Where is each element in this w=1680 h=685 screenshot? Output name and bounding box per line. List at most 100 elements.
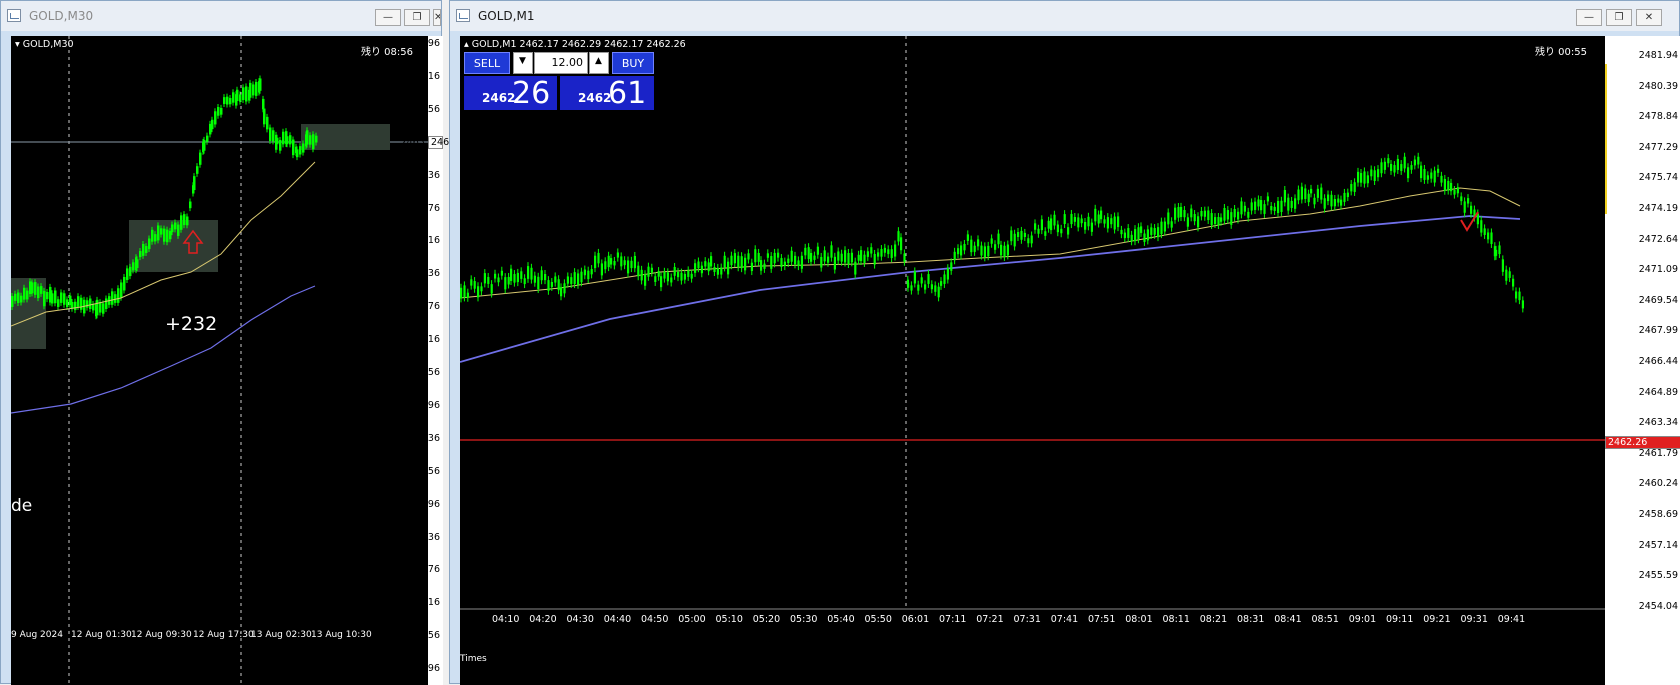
candle-body (604, 261, 607, 270)
price-tick-label: 2458.69 (1638, 509, 1678, 520)
right-window-title: GOLD,M1 (478, 9, 535, 23)
close-button[interactable]: ✕ (433, 9, 441, 26)
sell-button[interactable]: SELL (464, 52, 510, 74)
candle-body (644, 274, 647, 286)
candle-body (1343, 192, 1346, 202)
candle-body (707, 262, 710, 272)
time-tick-label: 09:31 (1460, 614, 1488, 625)
candle-body (117, 288, 120, 303)
candle-body (973, 245, 976, 252)
candle-body (677, 271, 680, 278)
close-button[interactable]: ✕ (1636, 9, 1662, 26)
candle-body (183, 214, 186, 226)
candle-body (1037, 228, 1040, 234)
time-tick-label: 04:10 (492, 614, 520, 625)
minimize-button[interactable]: — (375, 9, 401, 26)
candle-body (1350, 184, 1353, 192)
candle-body (1020, 230, 1023, 240)
candle-body (794, 255, 797, 265)
candle-body (312, 134, 315, 150)
left-price-axis[interactable]: 2483.96 2477.16 2470.56 2463.96 2457.36 2450.… (401, 36, 470, 685)
right-price-axis[interactable]: 2481.94 2480.39 2478.84 2477.29 2475.74 2474.… (1605, 36, 1680, 685)
candle-body (239, 94, 242, 102)
candle-body (1223, 208, 1226, 221)
candle-body (577, 273, 580, 285)
candle-body (1070, 213, 1073, 225)
candle-body (494, 273, 497, 279)
price-tick-label: 2480.39 (1638, 80, 1678, 92)
candle-body (866, 251, 869, 257)
candle-body (1501, 259, 1504, 272)
candle-body (504, 277, 507, 290)
lot-size-input[interactable]: 12.00 (534, 52, 588, 74)
candle-body (590, 269, 593, 275)
time-tick-label: 08:41 (1274, 614, 1302, 625)
candle-body (245, 86, 248, 102)
restore-button[interactable]: ❐ (404, 9, 430, 26)
one-click-trading-panel: SELL ▼ 12.00 ▲ BUY 2462 26 2462 61 (464, 52, 654, 112)
right-chart-window[interactable]: GOLD,M1 — ❐ ✕ ▴ GOLD,M1 2462.17 2462.29 … (449, 0, 1680, 685)
buy-quote[interactable]: 2462 61 (560, 76, 654, 111)
candle-body (583, 269, 586, 276)
candle-body (997, 233, 1000, 245)
candle-body (957, 248, 960, 255)
candle-body (623, 260, 626, 266)
candle-body (1150, 227, 1153, 235)
candle-body (507, 276, 510, 285)
candle-body (255, 81, 258, 96)
lot-decrease-button[interactable]: ▼ (513, 52, 533, 74)
candle-body (657, 271, 660, 277)
candle-body (154, 234, 157, 242)
lot-increase-button[interactable]: ▲ (589, 52, 609, 74)
left-window-titlebar[interactable]: GOLD,M30 — ❐ ✕ (1, 1, 441, 31)
candle-body (700, 265, 703, 274)
candle-body (1186, 217, 1189, 227)
candle-body (166, 229, 169, 243)
buy-button[interactable]: BUY (612, 52, 654, 74)
candle-body (34, 282, 37, 295)
right-chart-plot[interactable]: ▴ GOLD,M1 2462.17 2462.29 2462.17 2462.2… (460, 36, 1605, 685)
candle-body (263, 108, 266, 125)
chart-window-icon (456, 9, 470, 22)
candle-body (282, 131, 285, 145)
candle-body (616, 252, 619, 258)
collapse-triangle-icon: ▴ (464, 39, 472, 50)
left-chart-window[interactable]: GOLD,M30 — ❐ ✕ ▾ GOLD,M30 残り 08:56 +232 … (0, 0, 470, 685)
candle-body (1443, 178, 1446, 191)
left-window-title: GOLD,M30 (29, 9, 94, 23)
candle-body (51, 293, 54, 304)
sell-quote[interactable]: 2462 26 (464, 76, 557, 111)
left-chart-plot[interactable]: ▾ GOLD,M30 残り 08:56 +232 de 9 Aug 2024 12… (11, 36, 428, 685)
candle-body (220, 107, 223, 115)
collapse-triangle-icon: ▾ (15, 39, 23, 50)
candle-body (537, 276, 540, 290)
candle-body (302, 143, 305, 153)
candle-body (1393, 165, 1396, 173)
time-tick-label: 08:51 (1311, 614, 1339, 625)
candle-body (309, 135, 312, 145)
restore-button[interactable]: ❐ (1606, 9, 1632, 26)
candle-body (654, 276, 657, 282)
candle-body (1160, 221, 1163, 235)
candle-body (1353, 182, 1356, 192)
candle-body (203, 139, 206, 151)
candle-body (737, 255, 740, 268)
minimize-button[interactable]: — (1576, 9, 1602, 26)
candle-body (99, 302, 102, 313)
candle-body (870, 247, 873, 254)
candle-body (1040, 219, 1043, 231)
candle-body (40, 286, 43, 294)
candle-body (1403, 156, 1406, 169)
candle-body (252, 84, 255, 96)
candle-body (1056, 224, 1059, 233)
candle-body (683, 273, 686, 280)
candle-body (43, 290, 46, 307)
candle-body (1280, 200, 1283, 212)
candle-body (630, 260, 633, 269)
price-tick-label: 2471.09 (1638, 264, 1678, 276)
candle-body (1283, 190, 1286, 203)
candle-body (1346, 192, 1349, 198)
right-window-titlebar[interactable]: GOLD,M1 — ❐ ✕ (450, 1, 1679, 31)
price-tick-label: 2466.44 (1638, 356, 1678, 367)
candle-body (1134, 229, 1137, 242)
